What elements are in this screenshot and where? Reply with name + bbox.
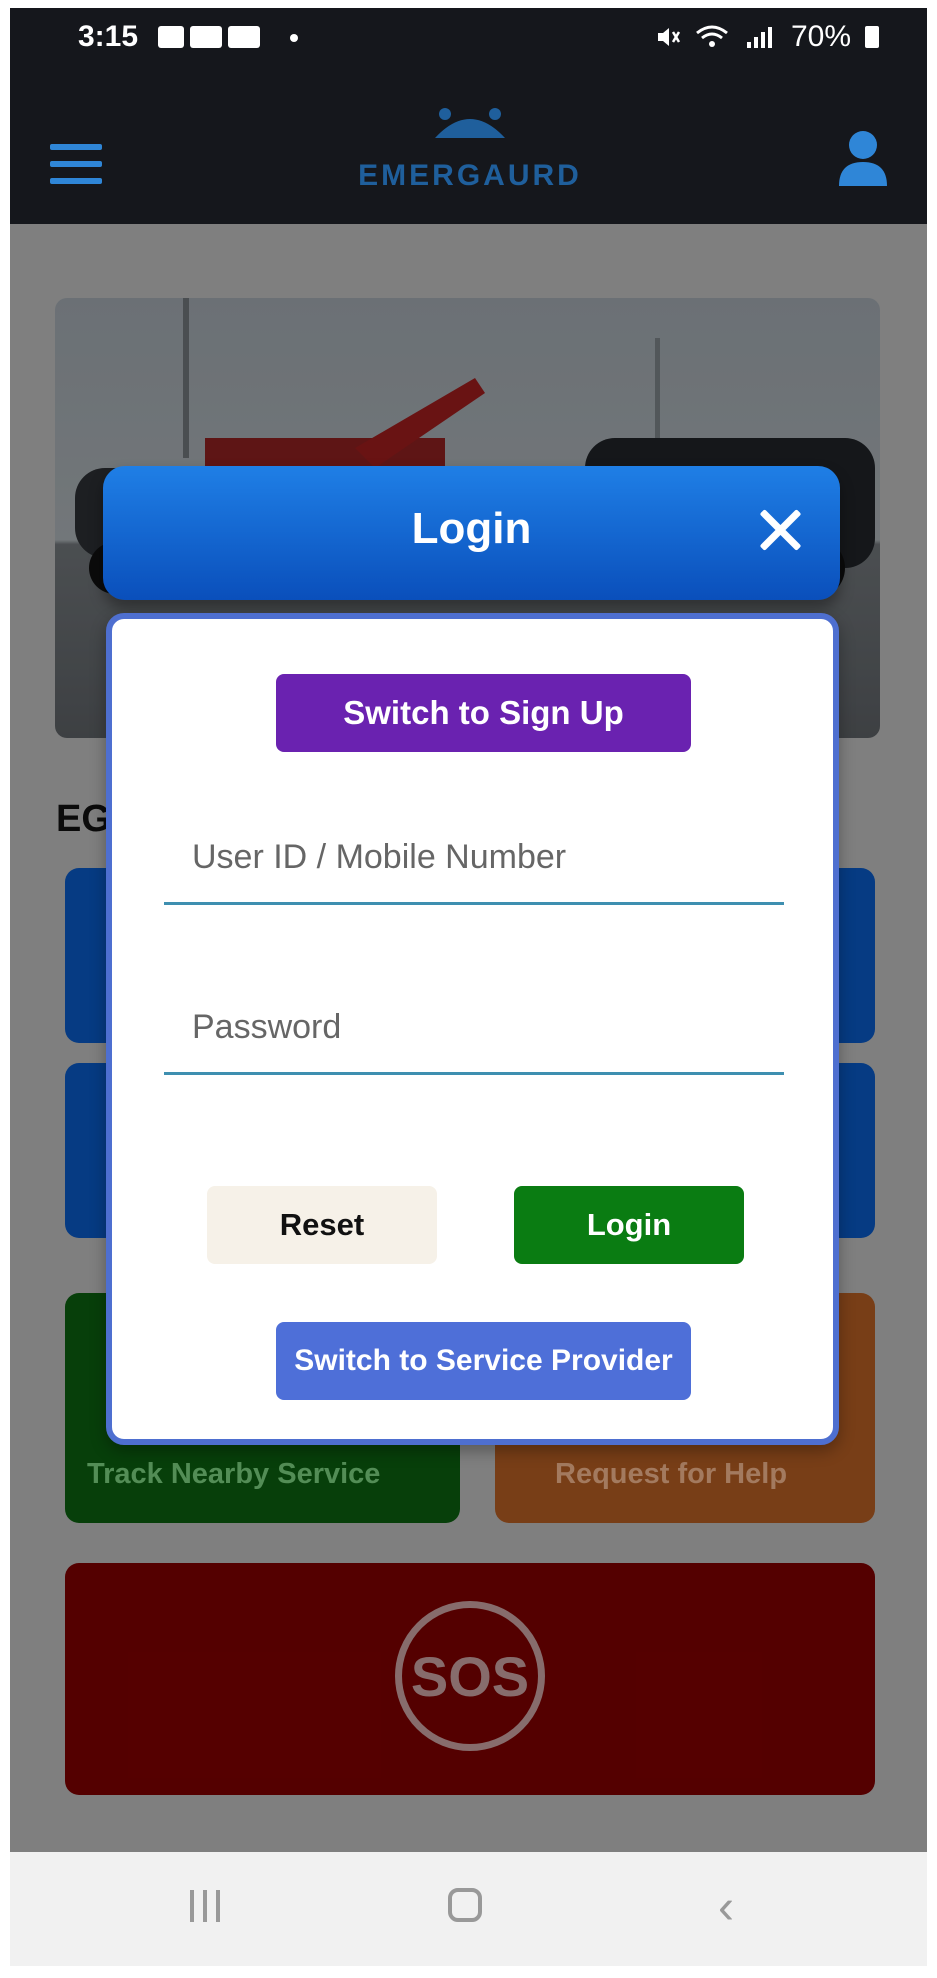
notification-icons (158, 26, 260, 48)
app-bar: EMERGAURD (10, 66, 927, 224)
user-id-input[interactable] (164, 812, 784, 902)
notification-dot-icon (290, 34, 298, 42)
youtube-icon (190, 26, 222, 48)
system-navigation-bar: ‹ (10, 1852, 927, 1966)
youtube-icon (228, 26, 260, 48)
app-brand-name: EMERGAURD (358, 159, 582, 192)
status-bar: 3:15 70% (10, 8, 927, 66)
reset-button[interactable]: Reset (207, 1186, 437, 1264)
app-screen: 3:15 70% EMERGAURD EG Track Nearby Servi… (10, 8, 927, 1966)
mute-icon (657, 28, 681, 46)
recent-apps-icon[interactable] (190, 1890, 220, 1922)
hamburger-menu-icon[interactable] (50, 144, 102, 184)
login-modal-body: Switch to Sign Up Reset Login Switch to … (106, 613, 839, 1445)
wifi-icon (696, 25, 728, 47)
close-icon[interactable] (750, 500, 810, 560)
user-id-field[interactable] (164, 812, 784, 905)
logo-emblem-icon (435, 108, 505, 138)
battery-percentage: 70% (790, 20, 851, 53)
home-icon[interactable] (448, 1888, 482, 1922)
back-icon[interactable]: ‹ (718, 1880, 734, 1935)
switch-to-signup-button[interactable]: Switch to Sign Up (276, 674, 691, 752)
login-modal-header: Login (103, 466, 840, 600)
login-button[interactable]: Login (514, 1186, 744, 1264)
password-field[interactable] (164, 982, 784, 1075)
password-input[interactable] (164, 982, 784, 1072)
switch-to-service-provider-button[interactable]: Switch to Service Provider (276, 1322, 691, 1400)
gallery-icon (158, 26, 184, 48)
app-logo: EMERGAURD (350, 100, 590, 210)
battery-icon (865, 26, 879, 48)
system-indicators: 70% (655, 20, 879, 54)
user-profile-icon[interactable] (837, 128, 889, 188)
signal-icon (746, 27, 772, 48)
login-modal-title: Login (411, 504, 532, 553)
status-time: 3:15 (78, 20, 139, 53)
